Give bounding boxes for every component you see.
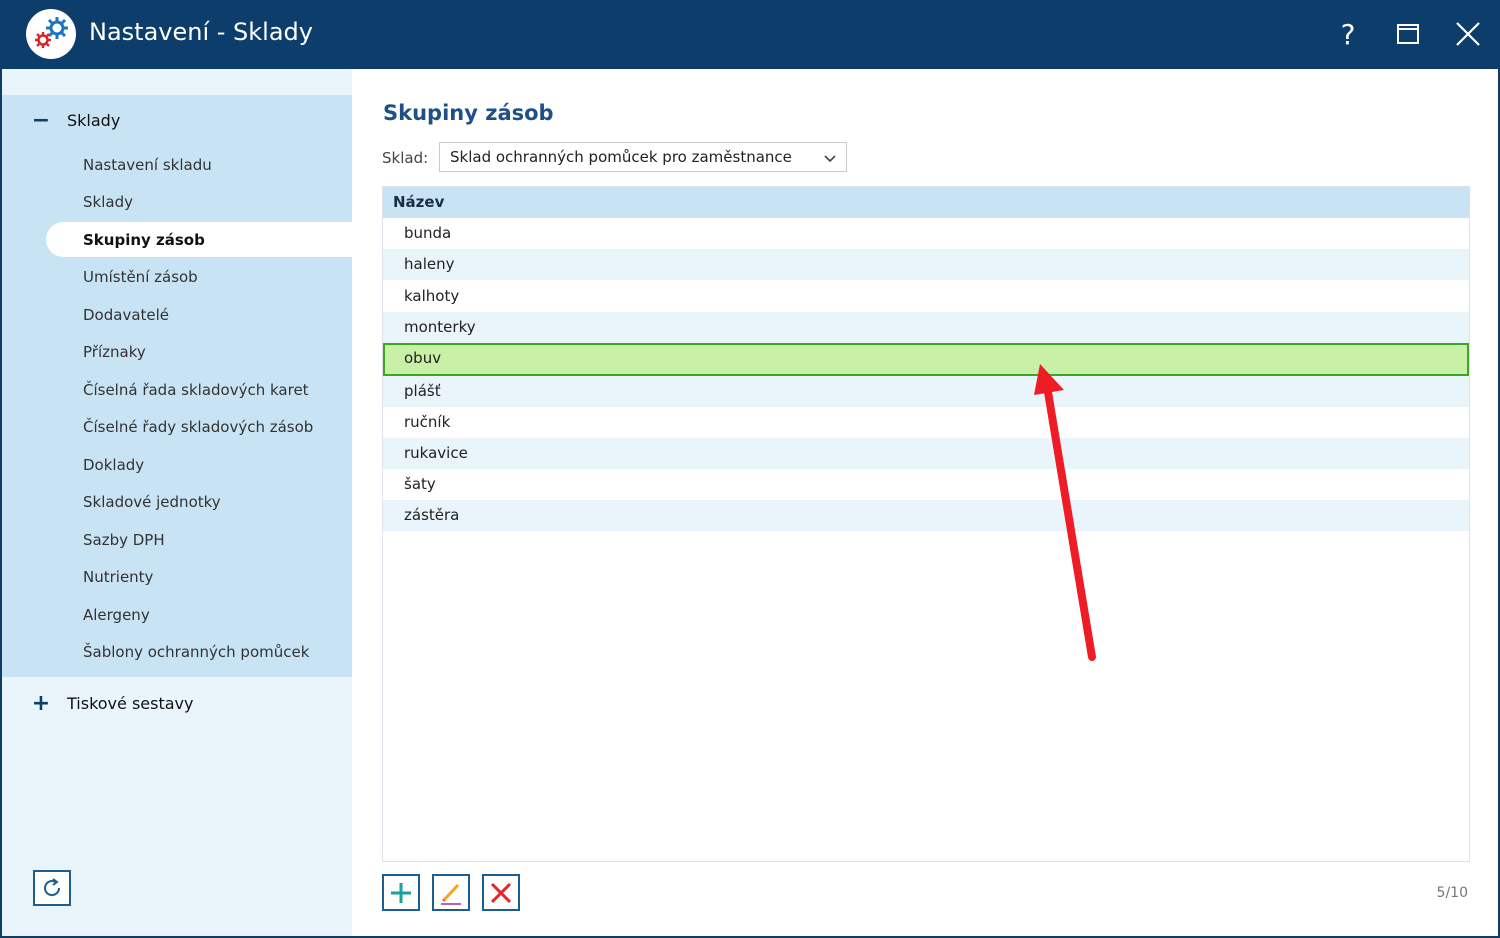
cell-name: šaty [404,475,436,493]
refresh-button[interactable] [33,870,71,906]
collapse-icon: − [31,107,51,133]
sidebar-item-doklady[interactable]: Doklady [46,447,352,482]
sidebar-item-label: Sklady [83,192,133,211]
maximize-button[interactable] [1386,14,1430,54]
title-bar: Nastavení - Sklady ? [0,0,1500,69]
sidebar-item-umisteni-zasob[interactable]: Umístění zásob [46,259,352,294]
sidebar-item-label: Nutrienty [83,567,154,586]
close-icon [1456,22,1480,46]
table-row[interactable]: bunda [383,218,1469,249]
sidebar-item-skupiny-zasob[interactable]: Skupiny zásob [46,222,352,257]
table-row[interactable]: zástěra [383,500,1469,531]
sidebar-item-label: Nastavení skladu [83,155,212,174]
window-title: Nastavení - Sklady [89,18,313,46]
column-header-label: Název [393,193,445,211]
groups-table: Název bunda haleny kalhoty monterky obuv… [382,186,1470,862]
sidebar-item-sazby-dph[interactable]: Sazby DPH [46,522,352,557]
sidebar-item-label: Skladové jednotky [83,492,221,511]
page-title: Skupiny zásob [383,101,554,125]
help-button[interactable]: ? [1326,14,1370,54]
sklad-select[interactable]: Sklad ochranných pomůcek pro zaměstnance [439,142,847,172]
refresh-icon [44,878,61,897]
sidebar-item-nutrienty[interactable]: Nutrienty [46,559,352,594]
sidebar-item-ciselna-rada-karet[interactable]: Číselná řada skladových karet [46,372,352,407]
sidebar-group-sklady-header[interactable]: − Sklady [2,99,352,141]
gears-icon [26,9,76,59]
sidebar-item-sklady[interactable]: Sklady [46,184,352,219]
cell-name: haleny [404,255,455,273]
table-row[interactable]: rukavice [383,438,1469,469]
sidebar-item-label: Alergeny [83,605,150,624]
add-button[interactable] [382,874,420,911]
sidebar-item-label: Číselné řady skladových zásob [83,417,314,436]
sidebar-item-label: Šablony ochranných pomůcek [83,642,310,661]
chevron-down-icon [824,155,836,163]
sidebar-group-label: Sklady [67,110,121,130]
sklad-label: Sklad: [382,149,429,167]
cell-name: kalhoty [404,287,460,305]
delete-button[interactable] [482,874,520,911]
x-icon [490,882,512,903]
sidebar-item-nastaveni-skladu[interactable]: Nastavení skladu [46,147,352,182]
cell-name: obuv [404,349,442,367]
sidebar-item-label: Číselná řada skladových karet [83,380,309,399]
sidebar-item-label: Umístění zásob [83,267,198,286]
edit-button[interactable] [432,874,470,911]
sidebar-item-label: Doklady [83,455,145,474]
record-counter: 5/10 [1436,885,1468,901]
table-row[interactable]: monterky [383,312,1469,343]
sidebar-item-ciselne-rady-zasob[interactable]: Číselné řady skladových zásob [46,409,352,444]
cell-name: ručník [404,413,451,431]
sklad-select-value: Sklad ochranných pomůcek pro zaměstnance [450,148,792,166]
sidebar-item-label: Skupiny zásob [83,230,205,249]
column-header-nazev[interactable]: Název [383,187,1469,218]
table-row[interactable]: ručník [383,407,1469,438]
expand-icon: + [31,690,51,716]
help-icon: ? [1340,17,1356,51]
sidebar-item-label: Sazby DPH [83,530,165,549]
sidebar-group-tiskove-sestavy-header[interactable]: + Tiskové sestavy [2,682,352,724]
table-row[interactable]: haleny [383,249,1469,280]
maximize-icon [1397,24,1419,44]
sidebar-item-label: Příznaky [83,342,146,361]
sidebar-item-dodavatele[interactable]: Dodavatelé [46,297,352,332]
sidebar-item-alergeny[interactable]: Alergeny [46,597,352,632]
sidebar-item-sablony[interactable]: Šablony ochranných pomůcek [46,634,352,669]
cell-name: rukavice [404,444,468,462]
sidebar: − Sklady Nastavení skladu Sklady Skupiny… [2,69,352,936]
cell-name: monterky [404,318,476,336]
sidebar-item-label: Dodavatelé [83,305,170,324]
cell-name: bunda [404,224,452,242]
pencil-icon [441,883,461,905]
cell-name: zástěra [404,506,460,524]
plus-icon [391,882,411,903]
table-row-selected[interactable]: obuv [383,343,1469,376]
close-button[interactable] [1446,14,1490,54]
table-row[interactable]: kalhoty [383,281,1469,312]
cell-name: plášť [404,382,441,400]
sidebar-group-label: Tiskové sestavy [67,693,194,713]
sidebar-item-skladove-jednotky[interactable]: Skladové jednotky [46,484,352,519]
sidebar-item-priznaky[interactable]: Příznaky [46,334,352,369]
table-row[interactable]: šaty [383,469,1469,500]
table-row[interactable]: plášť [383,376,1469,407]
